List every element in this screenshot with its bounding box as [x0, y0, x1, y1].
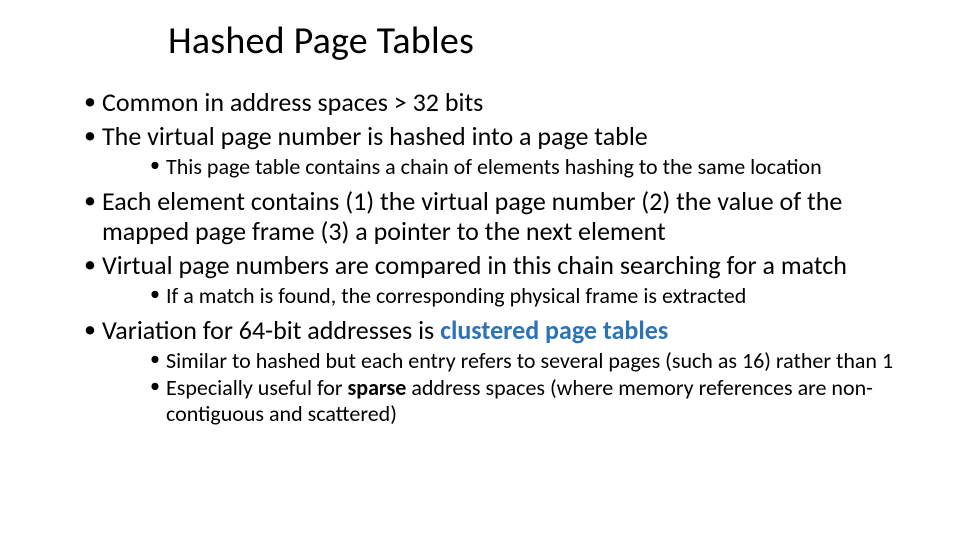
bullet-subitem: If a match is found, the corresponding p… — [150, 283, 912, 308]
bullet-text: Virtual page numbers are compared in thi… — [102, 249, 847, 281]
bullet-item: The virtual page number is hashed into a… — [84, 122, 912, 179]
bullet-list-level2: Similar to hashed but each entry refers … — [102, 348, 912, 426]
highlighted-term: clustered page tables — [440, 314, 668, 346]
bullet-subitem: Similar to hashed but each entry refers … — [150, 348, 912, 373]
bullet-item: Variation for 64-bit addresses is cluste… — [84, 316, 912, 426]
bullet-subitem: This page table contains a chain of elem… — [150, 154, 912, 179]
bullet-text: The virtual page number is hashed into a… — [102, 120, 648, 152]
bullet-subitem: Especially useful for sparse address spa… — [150, 375, 912, 426]
bullet-subtext: Especially useful for — [166, 374, 347, 401]
bullet-list-level1: Common in address spaces > 32 bits The v… — [48, 88, 912, 426]
bullet-text: Variation for 64-bit addresses is — [102, 314, 440, 346]
bullet-item: Each element contains (1) the virtual pa… — [84, 187, 912, 247]
slide-title: Hashed Page Tables — [168, 18, 912, 64]
bullet-list-level2: This page table contains a chain of elem… — [102, 154, 912, 179]
slide: Hashed Page Tables Common in address spa… — [0, 0, 960, 540]
bullet-list-level2: If a match is found, the corresponding p… — [102, 283, 912, 308]
bold-term: sparse — [347, 374, 406, 401]
bullet-item: Virtual page numbers are compared in thi… — [84, 251, 912, 308]
bullet-item: Common in address spaces > 32 bits — [84, 88, 912, 118]
